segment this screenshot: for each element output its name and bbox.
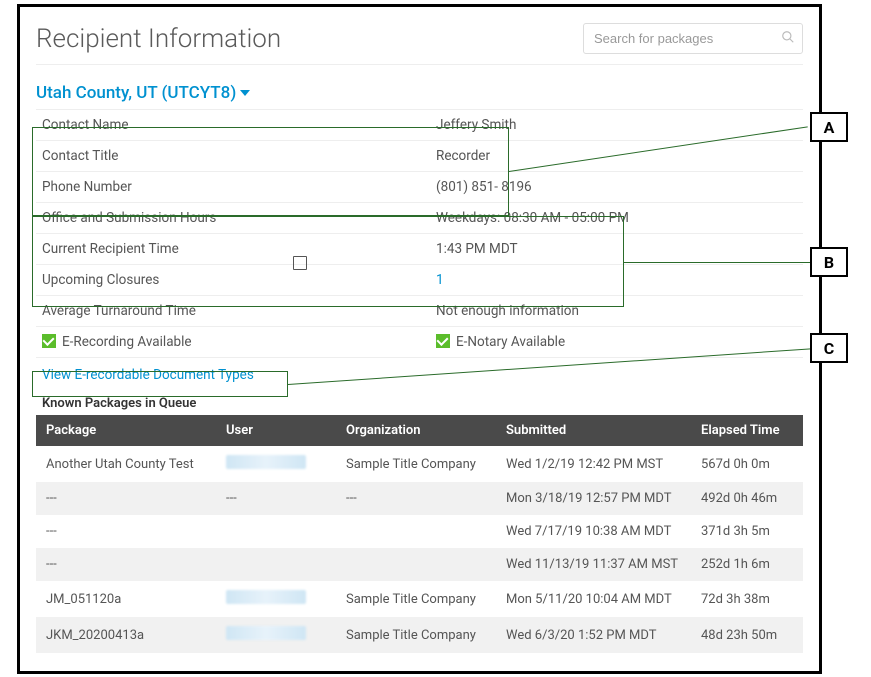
row-turnaround: Average Turnaround Time Not enough infor…: [36, 295, 803, 326]
row-hours: Office and Submission Hours Weekdays: 08…: [36, 202, 803, 233]
check-icon: [436, 334, 450, 348]
label: Current Recipient Time: [36, 241, 436, 257]
cell-user: ---: [216, 482, 336, 515]
value: Weekdays: 08:30 AM - 05:00 PM: [436, 210, 803, 226]
table-row: ---------Mon 3/18/19 12:57 PM MDT492d 0h…: [36, 482, 803, 515]
table-row: JM_051120a Sample Title CompanyMon 5/11/2…: [36, 581, 803, 617]
cell-org[interactable]: Sample Title Company: [336, 617, 496, 653]
cell-elapsed: 492d 0h 46m: [691, 482, 803, 515]
label: Average Turnaround Time: [36, 303, 436, 319]
cell-submitted: Mon 3/18/19 12:57 PM MDT: [496, 482, 691, 515]
col-user: User: [216, 415, 336, 446]
row-availability: E-Recording Available E-Notary Available: [36, 326, 803, 357]
county-dropdown[interactable]: Utah County, UT (UTCYT8): [36, 83, 250, 103]
cell-package[interactable]: Another Utah County Test: [36, 446, 216, 482]
cell-elapsed: 371d 3h 5m: [691, 515, 803, 548]
table-header-row: Package User Organization Submitted Elap…: [36, 415, 803, 446]
redacted-user: [226, 626, 306, 640]
table-row: Another Utah County Test Sample Title Com…: [36, 446, 803, 482]
cell-elapsed: 252d 1h 6m: [691, 548, 803, 581]
value: (801) 851- 8196: [436, 179, 803, 195]
cell-user: [216, 548, 336, 581]
value: 1:43 PM MDT: [436, 241, 803, 257]
row-phone: Phone Number (801) 851- 8196: [36, 171, 803, 202]
value: Recorder: [436, 148, 803, 164]
main-panel: Recipient Information Utah County, UT (U…: [17, 4, 822, 674]
cell-package: ---: [36, 548, 216, 581]
annotation-label-c: C: [810, 333, 848, 363]
col-org: Organization: [336, 415, 496, 446]
cell-package[interactable]: JM_051120a: [36, 581, 216, 617]
redacted-user: [226, 455, 306, 469]
search-input[interactable]: [583, 23, 803, 54]
table-row: --- Wed 11/13/19 11:37 AM MST252d 1h 6m: [36, 548, 803, 581]
closures-link[interactable]: 1: [436, 272, 803, 288]
label: Upcoming Closures: [36, 272, 436, 288]
queue-heading: Known Packages in Queue: [36, 392, 803, 415]
table-row: JKM_20200413a Sample Title CompanyWed 6/3…: [36, 617, 803, 653]
chevron-down-icon: [240, 90, 250, 96]
cell-org: [336, 548, 496, 581]
cell-org[interactable]: Sample Title Company: [336, 581, 496, 617]
county-label: Utah County, UT (UTCYT8): [36, 83, 236, 103]
view-doc-types-link[interactable]: View E-recordable Document Types: [36, 357, 803, 392]
col-submitted: Submitted: [496, 415, 691, 446]
label: Contact Title: [36, 148, 436, 164]
col-elapsed: Elapsed Time: [691, 415, 803, 446]
value: Jeffery Smith: [436, 117, 803, 133]
table-row: --- Wed 7/17/19 10:38 AM MDT371d 3h 5m: [36, 515, 803, 548]
cell-user: [216, 515, 336, 548]
cell-user: [216, 446, 336, 482]
annotation-label-a: A: [810, 112, 848, 142]
cell-org: [336, 515, 496, 548]
cell-org: ---: [336, 482, 496, 515]
annotation-label-b: B: [810, 247, 848, 277]
row-current-time: Current Recipient Time 1:43 PM MDT: [36, 233, 803, 264]
row-contact-title: Contact Title Recorder: [36, 140, 803, 171]
packages-table: Package User Organization Submitted Elap…: [36, 415, 803, 653]
cell-elapsed: 72d 3h 38m: [691, 581, 803, 617]
cell-org[interactable]: Sample Title Company: [336, 446, 496, 482]
e-recording-available: E-Recording Available: [36, 334, 436, 350]
col-package: Package: [36, 415, 216, 446]
redacted-user: [226, 590, 306, 604]
label: Office and Submission Hours: [36, 210, 436, 226]
cell-submitted: Wed 11/13/19 11:37 AM MST: [496, 548, 691, 581]
cell-submitted: Wed 6/3/20 1:52 PM MDT: [496, 617, 691, 653]
cell-submitted: Mon 5/11/20 10:04 AM MDT: [496, 581, 691, 617]
check-icon: [42, 334, 56, 348]
value: Not enough information: [436, 303, 803, 319]
header: Recipient Information: [36, 23, 803, 65]
cell-elapsed: 567d 0h 0m: [691, 446, 803, 482]
clock-icon: [293, 256, 307, 270]
search-wrap: [583, 23, 803, 54]
cell-submitted: Wed 1/2/19 12:42 PM MST: [496, 446, 691, 482]
cell-package: ---: [36, 482, 216, 515]
cell-user: [216, 617, 336, 653]
label: Contact Name: [36, 117, 436, 133]
cell-user: [216, 581, 336, 617]
label: Phone Number: [36, 179, 436, 195]
cell-package: ---: [36, 515, 216, 548]
cell-submitted: Wed 7/17/19 10:38 AM MDT: [496, 515, 691, 548]
row-closures: Upcoming Closures 1: [36, 264, 803, 295]
row-contact-name: Contact Name Jeffery Smith: [36, 109, 803, 140]
e-notary-available: E-Notary Available: [436, 334, 803, 350]
cell-elapsed: 48d 23h 50m: [691, 617, 803, 653]
cell-package[interactable]: JKM_20200413a: [36, 617, 216, 653]
page-title: Recipient Information: [36, 24, 281, 54]
